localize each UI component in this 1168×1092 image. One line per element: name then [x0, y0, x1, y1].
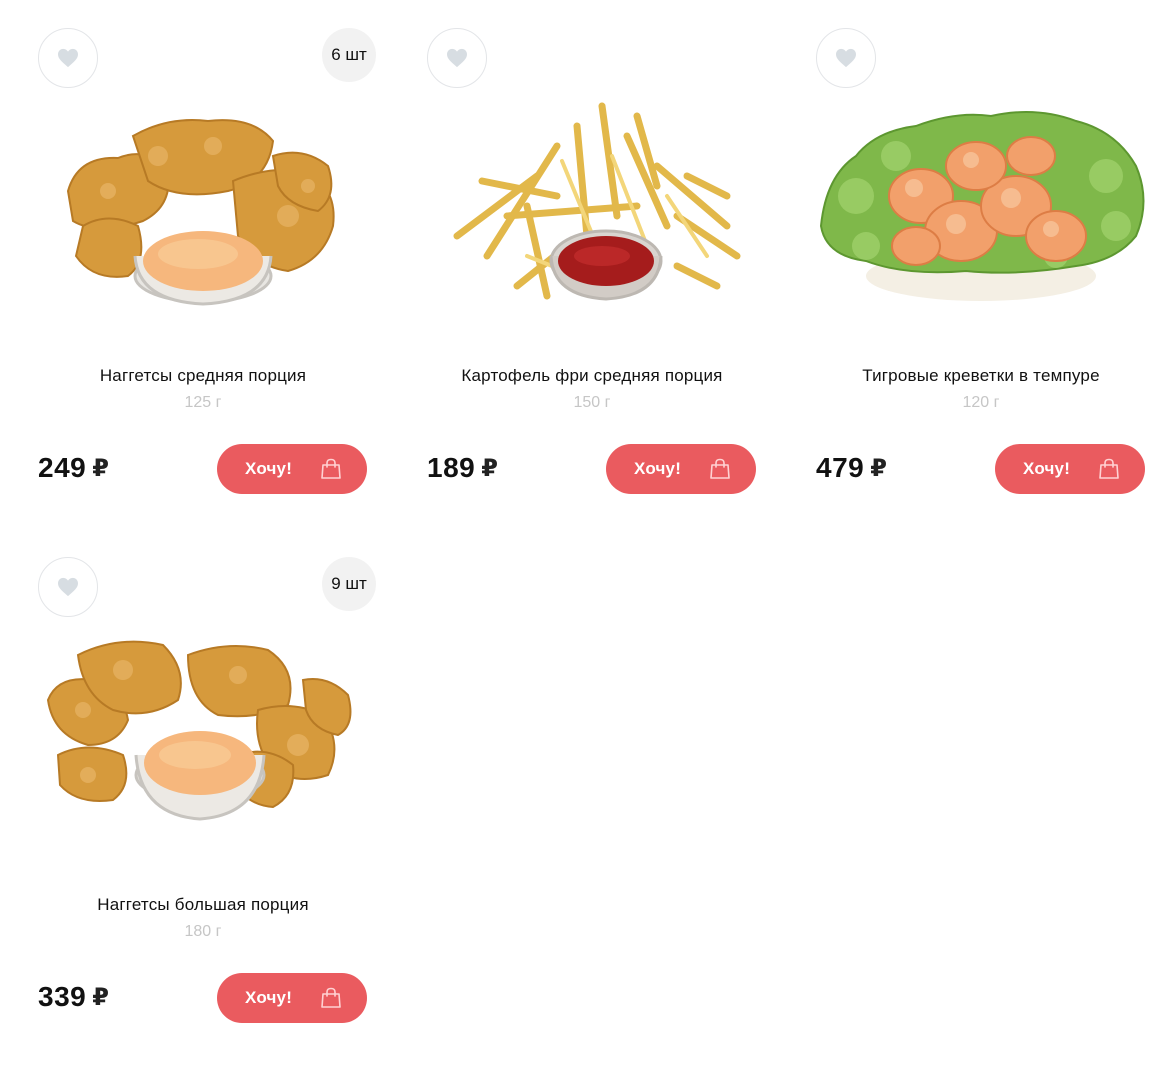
add-to-cart-button[interactable]: Хочу!	[995, 444, 1145, 494]
favorite-button[interactable]	[816, 28, 876, 88]
product-name[interactable]: Картофель фри средняя порция	[427, 366, 757, 386]
product-image[interactable]	[38, 86, 368, 346]
heart-icon	[58, 48, 78, 68]
product-image[interactable]	[816, 86, 1146, 346]
product-price: 479 ₽	[816, 448, 887, 488]
add-to-cart-button[interactable]: Хочу!	[217, 973, 367, 1023]
add-to-cart-label: Хочу!	[634, 459, 682, 478]
product-card: Тигровые креветки в темпуре 120 г 479 ₽ Х…	[816, 28, 1146, 528]
add-to-cart-button[interactable]: Хочу!	[606, 444, 756, 494]
product-weight: 125 г	[184, 394, 222, 411]
product-weight: 120 г	[962, 394, 1000, 411]
shopping-bag-icon	[321, 458, 341, 479]
product-image[interactable]	[38, 615, 368, 875]
price-value: 479	[816, 452, 865, 483]
favorite-button[interactable]	[427, 28, 487, 88]
product-card: 9 шт Наггетсы большая порция 180 г 339 ₽…	[38, 557, 376, 1057]
product-price: 249 ₽	[38, 448, 109, 488]
currency-symbol: ₽	[481, 454, 499, 482]
product-card: Картофель фри средняя порция 150 г 189 ₽ …	[427, 28, 757, 528]
favorite-button[interactable]	[38, 28, 98, 88]
shopping-bag-icon	[321, 987, 341, 1008]
currency-symbol: ₽	[92, 454, 110, 482]
product-name[interactable]: Наггетсы средняя порция	[38, 366, 368, 386]
product-weight: 180 г	[184, 923, 222, 940]
currency-symbol: ₽	[870, 454, 888, 482]
heart-icon	[836, 48, 856, 68]
count-badge: 9 шт	[322, 557, 376, 611]
count-badge: 6 шт	[322, 28, 376, 82]
product-weight: 150 г	[573, 394, 611, 411]
favorite-button[interactable]	[38, 557, 98, 617]
add-to-cart-label: Хочу!	[1023, 459, 1071, 478]
heart-icon	[447, 48, 467, 68]
price-value: 249	[38, 452, 87, 483]
add-to-cart-label: Хочу!	[245, 988, 293, 1007]
add-to-cart-button[interactable]: Хочу!	[217, 444, 367, 494]
product-name[interactable]: Тигровые креветки в темпуре	[816, 366, 1146, 386]
price-value: 339	[38, 981, 87, 1012]
product-price: 339 ₽	[38, 977, 109, 1017]
shopping-bag-icon	[710, 458, 730, 479]
add-to-cart-label: Хочу!	[245, 459, 293, 478]
currency-symbol: ₽	[92, 983, 110, 1011]
product-price: 189 ₽	[427, 448, 498, 488]
price-value: 189	[427, 452, 476, 483]
heart-icon	[58, 577, 78, 597]
shopping-bag-icon	[1099, 458, 1119, 479]
product-image[interactable]	[427, 86, 757, 346]
product-name[interactable]: Наггетсы большая порция	[38, 895, 368, 915]
product-card: 6 шт Наггетсы средняя порция 125 г 249 ₽ …	[38, 28, 376, 528]
